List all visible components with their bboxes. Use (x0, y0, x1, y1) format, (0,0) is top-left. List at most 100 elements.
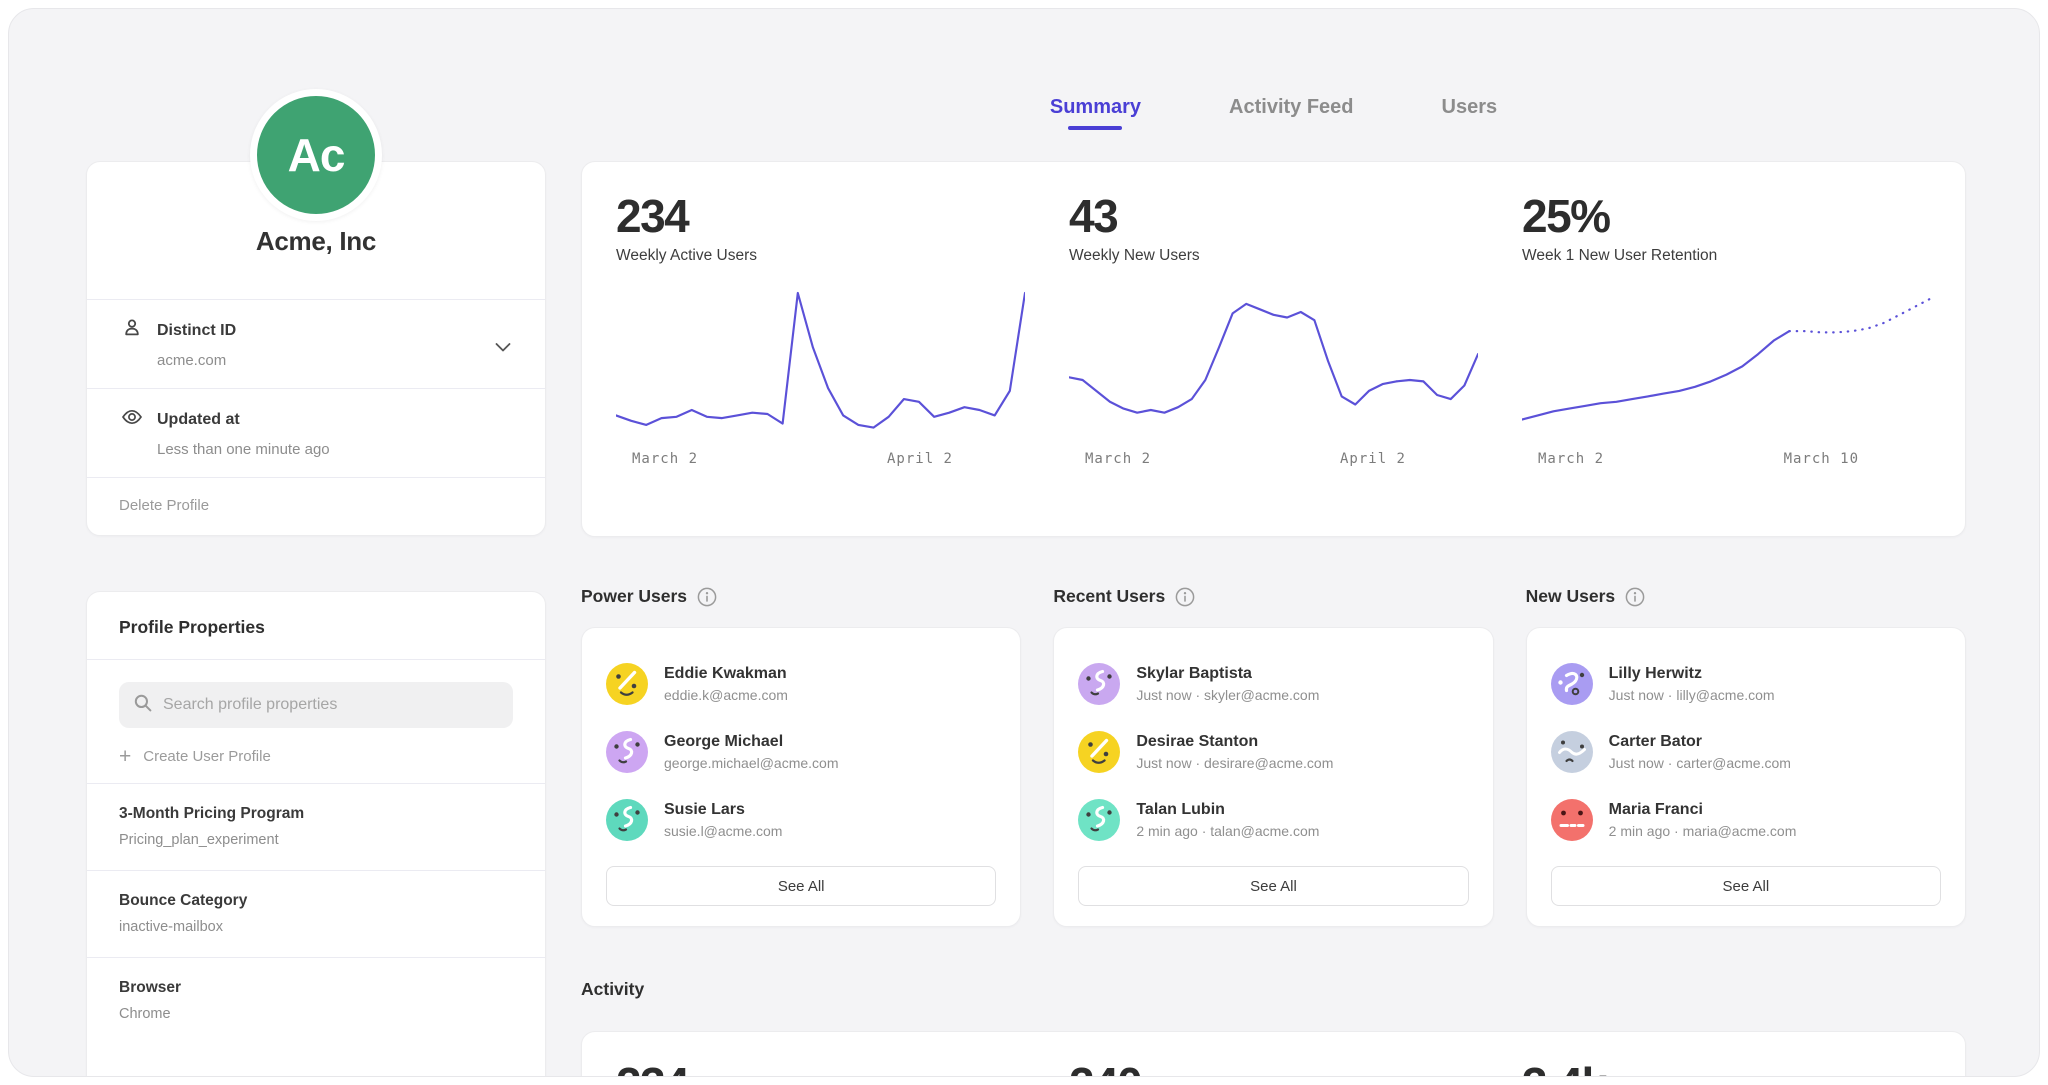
profile-properties-card: Profile Properties + Create User Profile… (86, 591, 546, 1077)
recent-users-section: Recent Users Skylar Baptista Just now · s… (1053, 586, 1493, 927)
chevron-down-icon[interactable] (495, 339, 511, 357)
user-name: George Michael (664, 733, 839, 751)
activity-stat-3: 3.4k (1522, 1058, 1931, 1077)
user-avatar (1078, 731, 1120, 773)
activity-stat-1: 234 (616, 1058, 1025, 1077)
property-name: Bounce Category (119, 892, 513, 910)
x-axis-tick: March 2 (632, 451, 698, 467)
property-row-bounce-category[interactable]: Bounce Category inactive-mailbox (87, 870, 545, 957)
user-list-item[interactable]: Susie Larssusie.l@acme.com (606, 786, 996, 854)
user-name: Desirae Stanton (1136, 733, 1333, 751)
user-list-item[interactable]: Desirae Stanton Just now · desirare@acme.… (1078, 718, 1468, 786)
stat-label: Weekly Active Users (616, 247, 1025, 265)
user-avatar (606, 663, 648, 705)
tab-users[interactable]: Users (1442, 96, 1498, 138)
tab-activity-feed[interactable]: Activity Feed (1229, 96, 1353, 138)
user-sections: Power Users Eddie Kwakman eddie.k@acme.co… (581, 586, 1966, 927)
week1-retention-chart (1522, 285, 1931, 435)
stat-value: 240 (1069, 1058, 1478, 1077)
section-title: Recent Users (1053, 586, 1165, 607)
user-avatar (606, 731, 648, 773)
user-name: Maria Franci (1609, 801, 1797, 819)
info-icon[interactable] (697, 587, 717, 607)
property-value: Pricing_plan_experiment (119, 832, 513, 848)
summary-stats-card: 234 Weekly Active Users March 2 April 2 … (581, 161, 1966, 537)
property-row-browser[interactable]: Browser Chrome (87, 957, 545, 1044)
person-icon (121, 317, 143, 344)
tab-summary[interactable]: Summary (1050, 96, 1141, 138)
info-icon[interactable] (1175, 587, 1195, 607)
user-avatar (606, 799, 648, 841)
x-axis-tick: March 2 (1085, 451, 1151, 467)
stat-value: 25% (1522, 190, 1931, 242)
updated-at-label: Updated at (157, 411, 240, 429)
activity-stat-2: 240 (1069, 1058, 1478, 1077)
profile-properties-title: Profile Properties (87, 592, 545, 659)
property-value: Chrome (119, 1006, 513, 1022)
user-list-item[interactable]: Lilly Herwitz Just now · lilly@acme.com (1551, 650, 1941, 718)
user-subtext: susie.l@acme.com (664, 823, 782, 839)
weekly-new-users-chart (1069, 285, 1478, 435)
section-title: Power Users (581, 586, 687, 607)
user-name: Talan Lubin (1136, 801, 1319, 819)
user-name: Lilly Herwitz (1609, 665, 1775, 683)
user-name: Carter Bator (1609, 733, 1791, 751)
company-avatar-initials: Ac (288, 128, 345, 182)
user-avatar (1078, 799, 1120, 841)
user-avatar (1078, 663, 1120, 705)
see-all-button[interactable]: See All (1551, 866, 1941, 906)
stat-value: 234 (616, 1058, 1025, 1077)
user-list-item[interactable]: Maria Franci 2 min ago · maria@acme.com (1551, 786, 1941, 854)
see-all-button[interactable]: See All (1078, 866, 1468, 906)
activity-stats-card: 234 240 3.4k (581, 1031, 1966, 1077)
activity-section-title: Activity (581, 979, 644, 1000)
distinct-id-row[interactable]: Distinct ID acme.com (87, 299, 545, 388)
x-axis-tick: April 2 (887, 451, 953, 467)
search-input[interactable] (163, 696, 499, 714)
search-icon (133, 693, 153, 718)
weekly-active-users-chart (616, 285, 1025, 435)
search-profile-properties[interactable] (119, 682, 513, 728)
updated-at-value: Less than one minute ago (157, 441, 511, 458)
user-subtext: george.michael@acme.com (664, 755, 839, 771)
user-list-item[interactable]: George Michael george.michael@acme.com (606, 718, 996, 786)
profile-tabs: Summary Activity Feed Users (581, 96, 1966, 138)
see-all-button[interactable]: See All (606, 866, 996, 906)
user-name: Skylar Baptista (1136, 665, 1319, 683)
delete-profile-button[interactable]: Delete Profile (87, 477, 545, 535)
stat-label: Weekly New Users (1069, 247, 1478, 265)
distinct-id-label: Distinct ID (157, 322, 236, 340)
profile-dashboard: Ac Acme, Inc Distinct ID acme.com (8, 8, 2040, 1077)
user-list: Lilly Herwitz Just now · lilly@acme.com Ca… (1551, 650, 1941, 854)
property-row-pricing-program[interactable]: 3-Month Pricing Program Pricing_plan_exp… (87, 783, 545, 870)
info-icon[interactable] (1625, 587, 1645, 607)
user-list-item[interactable]: Eddie Kwakman eddie.k@acme.com (606, 650, 996, 718)
user-subtext: Just now · skyler@acme.com (1136, 687, 1319, 703)
x-axis-tick: April 2 (1340, 451, 1406, 467)
distinct-id-value: acme.com (157, 352, 511, 369)
x-axis-tick: March 2 (1538, 451, 1604, 467)
user-avatar (1551, 663, 1593, 705)
user-subtext: Just now · lilly@acme.com (1609, 687, 1775, 703)
x-axis-tick: March 10 (1784, 451, 1859, 467)
eye-icon (121, 406, 143, 433)
user-subtext: 2 min ago · talan@acme.com (1136, 823, 1319, 839)
user-list: Skylar Baptista Just now · skyler@acme.co… (1078, 650, 1468, 854)
user-list-item[interactable]: Skylar Baptista Just now · skyler@acme.co… (1078, 650, 1468, 718)
property-name: 3-Month Pricing Program (119, 805, 513, 823)
user-subtext: 2 min ago · maria@acme.com (1609, 823, 1797, 839)
company-name: Acme, Inc (87, 226, 545, 257)
create-user-profile-button[interactable]: + Create User Profile (119, 748, 271, 765)
stat-weekly-active-users: 234 Weekly Active Users March 2 April 2 (616, 190, 1025, 536)
user-list-item[interactable]: Carter BatorJust now · carter@acme.com (1551, 718, 1941, 786)
user-subtext: eddie.k@acme.com (664, 687, 788, 703)
user-name: Eddie Kwakman (664, 665, 788, 683)
user-avatar (1551, 799, 1593, 841)
user-list: Eddie Kwakman eddie.k@acme.com George Mich… (606, 650, 996, 854)
section-title: New Users (1526, 586, 1616, 607)
stat-label: Week 1 New User Retention (1522, 247, 1931, 265)
user-subtext: Just now · desirare@acme.com (1136, 755, 1333, 771)
property-name: Browser (119, 979, 513, 997)
power-users-section: Power Users Eddie Kwakman eddie.k@acme.co… (581, 586, 1021, 927)
user-list-item[interactable]: Talan Lubin 2 min ago · talan@acme.com (1078, 786, 1468, 854)
